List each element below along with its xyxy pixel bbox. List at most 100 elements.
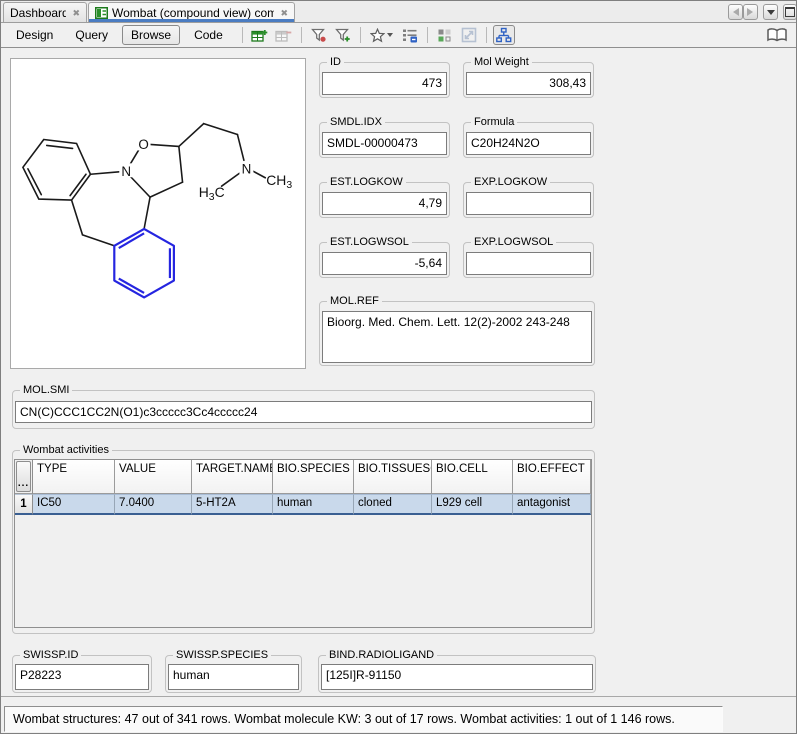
cell-target-name[interactable]: 5-HT2A (192, 494, 273, 515)
favorites-button[interactable] (367, 25, 397, 45)
cell-bio-species[interactable]: human (273, 494, 354, 515)
add-filter-icon (335, 27, 351, 43)
add-filter-button[interactable] (332, 25, 354, 45)
maximize-button[interactable] (783, 4, 797, 20)
smdl-idx-field[interactable]: SMDL-00000473 (322, 132, 447, 155)
exp-logkow-field[interactable] (466, 192, 591, 215)
field-group-formula: Formula C20H24N2O (463, 122, 594, 158)
mode-browse[interactable]: Browse (122, 25, 180, 45)
bind-radioligand-field[interactable]: [125I]R-91150 (321, 664, 593, 690)
est-logwsol-field[interactable]: -5,64 (322, 252, 447, 275)
close-icon[interactable]: ✖ (72, 8, 80, 18)
tab-list-dropdown-button[interactable] (763, 4, 778, 20)
cell-type[interactable]: IC50 (33, 494, 115, 515)
tab-bar: Dashboard ✖ Wombat (compound view) compo… (1, 1, 796, 23)
activities-table: ... TYPE VALUE TARGET.NAME BIO.SPECIES B… (14, 459, 592, 628)
filter-button[interactable] (308, 25, 330, 45)
chevron-down-icon (387, 33, 393, 40)
field-group-mol-weight: Mol Weight 308,43 (463, 62, 594, 98)
table-corner-cell: ... (15, 460, 33, 494)
field-label: SWISSP.ID (20, 649, 81, 662)
atom-label-amine-n: N (242, 161, 252, 176)
toolbar-separator (301, 27, 302, 43)
field-label: MOL.SMI (20, 384, 72, 397)
tab-wombat-compound-view[interactable]: Wombat (compound view) compounds ✖ (88, 2, 295, 22)
grid-view-icon (437, 28, 452, 43)
column-header-target-name[interactable]: TARGET.NAME (192, 460, 273, 494)
field-label: BIND.RADIOLIGAND (326, 649, 437, 662)
book-button[interactable] (766, 25, 788, 45)
manage-fields-button[interactable] (399, 25, 421, 45)
structure-canvas[interactable]: N O N H3C CH3 (10, 58, 306, 369)
atom-label-h3c: H3C (199, 184, 225, 203)
chevron-down-icon (767, 10, 775, 19)
tree-view-button[interactable] (493, 25, 515, 45)
field-group-exp-logkow: EXP.LOGKOW (463, 182, 594, 218)
column-header-bio-species[interactable]: BIO.SPECIES (273, 460, 354, 494)
toolbar-separator (427, 27, 428, 43)
manage-fields-icon (402, 27, 418, 43)
grid-view-button[interactable] (434, 25, 456, 45)
field-label: SWISSP.SPECIES (173, 649, 271, 662)
toolbar-separator (242, 27, 243, 43)
history-forward-button[interactable] (743, 4, 758, 20)
filter-icon (311, 27, 327, 43)
mode-query[interactable]: Query (67, 26, 116, 44)
field-group-est-logwsol: EST.LOGWSOL -5,64 (319, 242, 450, 278)
cell-bio-effect[interactable]: antagonist (513, 494, 591, 515)
fit-to-view-button[interactable] (458, 25, 480, 45)
add-row-icon (251, 27, 268, 43)
column-header-type[interactable]: TYPE (33, 460, 115, 494)
field-label: SMDL.IDX (327, 116, 385, 129)
field-label: EXP.LOGWSOL (471, 236, 556, 249)
cell-bio-tissuesource[interactable]: cloned (354, 494, 432, 515)
cell-value[interactable]: 7.0400 (115, 494, 192, 515)
tree-view-icon (495, 27, 512, 43)
tab-wombat-label: Wombat (compound view) compounds (112, 6, 274, 20)
cell-bio-cell[interactable]: L929 cell (432, 494, 513, 515)
mol-weight-field[interactable]: 308,43 (466, 72, 591, 95)
swissp-species-field[interactable]: human (168, 664, 299, 690)
swissp-id-field[interactable]: P28223 (15, 664, 149, 690)
column-header-bio-tissuesource[interactable]: BIO.TISSUESOU (354, 460, 432, 494)
field-label: ID (327, 56, 344, 69)
est-logkow-field[interactable]: 4,79 (322, 192, 447, 215)
field-group-est-logkow: EST.LOGKOW 4,79 (319, 182, 450, 218)
mol-smi-field[interactable]: CN(C)CCC1CC2N(O1)c3ccccc3Cc4ccccc24 (15, 401, 592, 423)
status-bar: Wombat structures: 47 out of 341 rows. W… (1, 696, 796, 734)
mol-ref-field[interactable]: Bioorg. Med. Chem. Lett. 12(2)-2002 243-… (322, 311, 592, 363)
tab-dashboard-label: Dashboard (10, 6, 66, 20)
toolbar-separator (360, 27, 361, 43)
id-field[interactable]: 473 (322, 72, 447, 95)
application-window: Dashboard ✖ Wombat (compound view) compo… (0, 0, 797, 734)
add-row-button[interactable] (249, 25, 271, 45)
mode-design[interactable]: Design (8, 26, 61, 44)
favorites-icon (370, 28, 385, 43)
formula-field[interactable]: C20H24N2O (466, 132, 591, 155)
column-header-bio-cell[interactable]: BIO.CELL (432, 460, 513, 494)
status-message: Wombat structures: 47 out of 341 rows. W… (4, 706, 723, 732)
maximize-icon (785, 7, 795, 17)
tab-dashboard[interactable]: Dashboard ✖ (3, 2, 87, 22)
field-group-id: ID 473 (319, 62, 450, 98)
remove-row-icon (275, 27, 292, 43)
activities-title: Wombat activities (20, 444, 112, 457)
field-group-exp-logwsol: EXP.LOGWSOL (463, 242, 594, 278)
column-header-bio-effect[interactable]: BIO.EFFECT (513, 460, 591, 494)
exp-logwsol-field[interactable] (466, 252, 591, 275)
field-label: EST.LOGKOW (327, 176, 406, 189)
column-header-value[interactable]: VALUE (115, 460, 192, 494)
remove-row-button[interactable] (273, 25, 295, 45)
field-group-bind-radioligand: BIND.RADIOLIGAND [125I]R-91150 (318, 655, 596, 693)
atom-label-ring-o: O (138, 137, 148, 152)
toolbar-separator (486, 27, 487, 43)
mode-code[interactable]: Code (186, 26, 231, 44)
close-icon[interactable]: ✖ (280, 8, 288, 18)
fit-to-view-icon (461, 27, 477, 43)
table-row[interactable]: 1 IC50 7.0400 5-HT2A human cloned L929 c… (15, 494, 591, 515)
field-label: EXP.LOGKOW (471, 176, 550, 189)
row-header[interactable]: 1 (15, 494, 33, 515)
history-back-button[interactable] (728, 4, 743, 20)
field-label: EST.LOGWSOL (327, 236, 412, 249)
column-options-button[interactable]: ... (16, 461, 31, 492)
